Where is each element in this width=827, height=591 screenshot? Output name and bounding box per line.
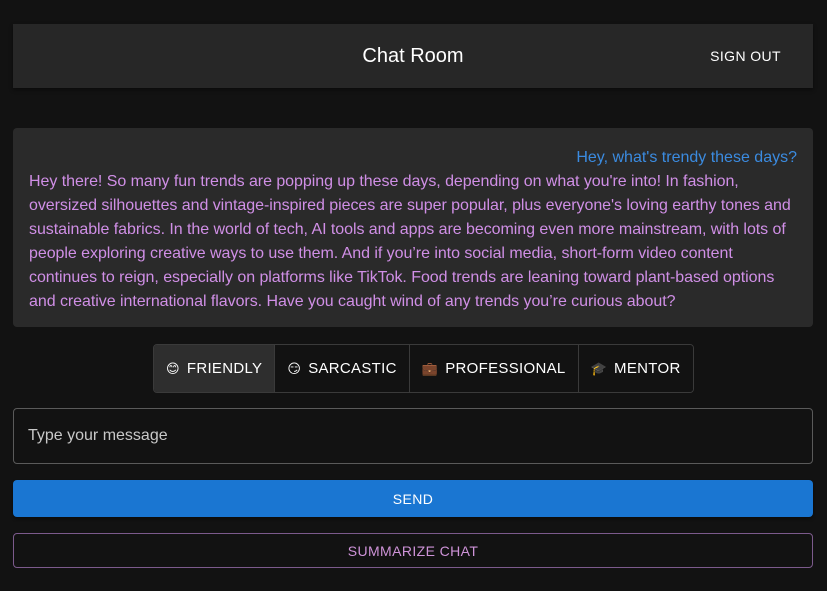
briefcase-icon: 💼 [421, 360, 439, 376]
chat-messages: Hey, what's trendy these days? Hey there… [13, 128, 813, 327]
message-input[interactable] [14, 409, 812, 463]
tone-label: PROFESSIONAL [445, 360, 566, 377]
tone-friendly-button[interactable]: 😊 FRIENDLY [154, 345, 276, 392]
tone-label: MENTOR [614, 360, 681, 377]
graduation-cap-icon: 🎓 [590, 360, 608, 376]
tone-mentor-button[interactable]: 🎓 MENTOR [578, 345, 693, 392]
tone-sarcastic-button[interactable]: 😏 SARCASTIC [275, 345, 410, 392]
tone-label: SARCASTIC [308, 360, 397, 377]
summarize-chat-button[interactable]: SUMMARIZE CHAT [13, 533, 813, 568]
user-message: Hey, what's trendy these days? [576, 149, 797, 166]
send-button[interactable]: SEND [13, 480, 813, 517]
smirking-face-icon: 😏 [287, 360, 302, 376]
tone-professional-button[interactable]: 💼 PROFESSIONAL [409, 345, 579, 392]
app-bar: Chat Room SIGN OUT [13, 24, 813, 88]
page-title: Chat Room [362, 45, 464, 67]
sign-out-button[interactable]: SIGN OUT [700, 40, 791, 72]
message-input-container [13, 408, 813, 464]
smiling-face-icon: 😊 [166, 360, 180, 376]
tone-label: FRIENDLY [186, 360, 263, 377]
tone-selector: 😊 FRIENDLY 😏 SARCASTIC 💼 PROFESSIONAL 🎓 … [153, 344, 694, 393]
bot-message: Hey there! So many fun trends are poppin… [29, 173, 791, 310]
